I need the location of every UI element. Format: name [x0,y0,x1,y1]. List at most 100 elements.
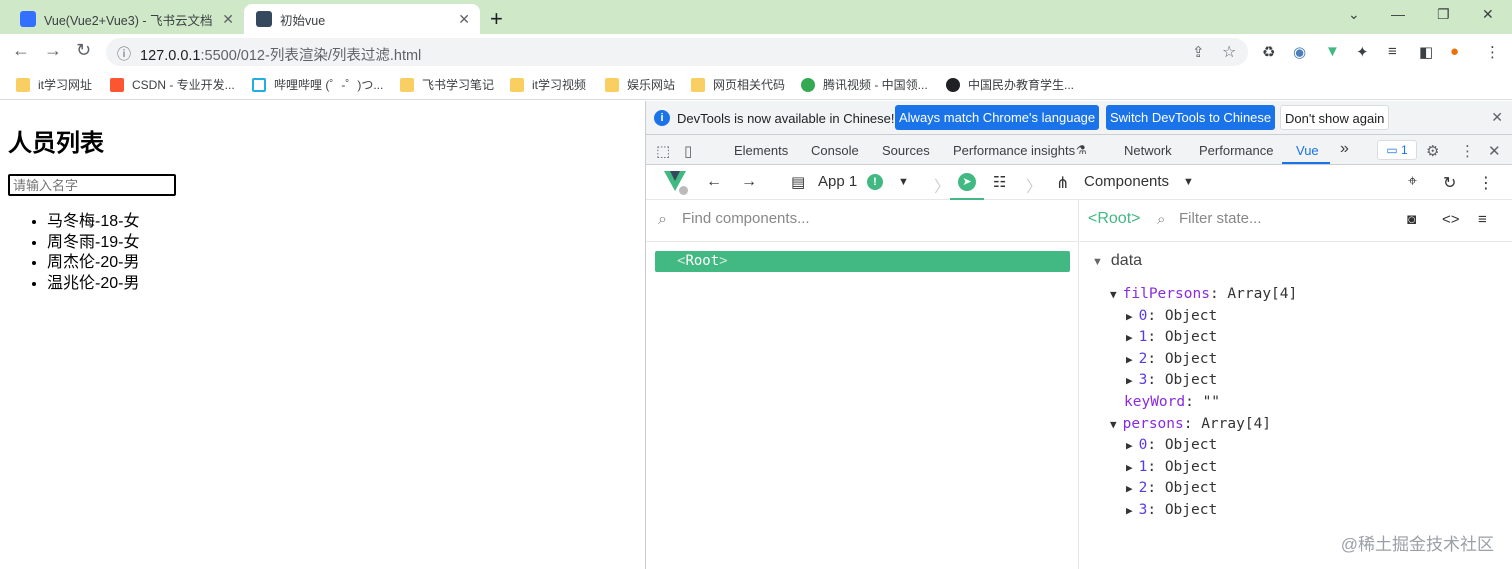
state-row[interactable]: ▼ filPersons: Array[4] [1110,286,1297,302]
tab-console[interactable]: Console [811,143,859,158]
close-devtools-icon[interactable]: ✕ [1488,142,1501,160]
bookmark-item[interactable]: 腾讯视频 - 中国领... [801,76,928,93]
restore-button[interactable]: ❐ [1437,6,1450,23]
back-arrow-icon[interactable]: ← [12,40,30,61]
recycle-extension-icon[interactable]: ♻ [1262,43,1275,61]
issues-badge[interactable]: ▭ 1 [1377,140,1417,160]
state-row[interactable]: ▶ 2: Object [1126,480,1217,496]
find-components-input[interactable] [682,210,1062,227]
bookmark-item[interactable]: 网页相关代码 [691,76,785,93]
more-menu-icon[interactable]: ⋮ [1485,43,1500,61]
state-row[interactable]: ▶ 1: Object [1126,329,1217,345]
bookmark-label: CSDN - 专业开发... [132,78,235,92]
state-row[interactable]: ▶ 1: Object [1126,459,1217,475]
devtools-panel: i DevTools is now available in Chinese! … [645,101,1512,569]
bilibili-icon [252,77,266,92]
tab-performance-insights[interactable]: Performance insights [953,143,1075,158]
state-value: Object [1164,307,1218,324]
state-section-data[interactable]: ▼ data [1092,252,1142,270]
filter-state-input[interactable] [1179,210,1389,227]
state-row[interactable]: ▶ 0: Object [1126,437,1217,453]
state-row[interactable]: ▶ 3: Object [1126,372,1217,388]
vue-devtools-extension-icon[interactable]: ▼ [1325,43,1340,60]
state-value: Object [1164,329,1218,346]
switch-chinese-button[interactable]: Switch DevTools to Chinese [1106,105,1276,130]
bookmark-item[interactable]: CSDN - 专业开发... [110,76,235,93]
state-row[interactable]: ▶ 0: Object [1126,308,1217,324]
bookmark-item[interactable]: 娱乐网站 [605,76,675,93]
bookmark-item[interactable]: it学习视频 [510,76,586,93]
reload-icon[interactable]: ↻ [76,40,91,61]
tab-sources[interactable]: Sources [882,143,930,158]
forward-arrow-icon[interactable]: → [741,173,757,191]
share-icon[interactable]: ⇪ [1192,43,1205,61]
dont-show-again-button[interactable]: Don't show again [1280,105,1390,130]
more-tabs-button[interactable]: » [1340,140,1349,158]
forward-arrow-icon[interactable]: → [44,40,62,61]
bookmark-item[interactable]: 飞书学习笔记 [400,76,494,93]
match-language-button[interactable]: Always match Chrome's language [895,105,1100,130]
close-icon[interactable]: ✕ [1491,109,1503,126]
state-row[interactable]: ▶ 2: Object [1126,351,1217,367]
close-icon[interactable]: ✕ [458,11,470,28]
state-separator: : [1147,502,1165,518]
browser-extension-icon[interactable]: ◉ [1293,43,1306,61]
issues-count: 1 [1400,143,1408,157]
tab-search-icon[interactable]: ⌄ [1348,6,1360,23]
puzzle-extensions-icon[interactable]: ✦ [1356,43,1369,61]
device-toolbar-icon[interactable]: ▯ [684,142,692,160]
more-options-icon[interactable]: ⋮ [1460,142,1475,160]
timeline-icon[interactable]: ☷ [993,173,1006,191]
state-row[interactable]: ▶ 3: Object [1126,502,1217,518]
app-selector-label[interactable]: App 1 [818,173,857,190]
tab-network[interactable]: Network [1124,143,1172,158]
state-value: Array[4] [1201,415,1272,432]
browser-tab-feishu[interactable]: Vue(Vue2+Vue3) - 飞书云文档 ✕ [8,4,244,34]
bookmark-item[interactable]: 中国民办教育学生... [946,76,1074,93]
compass-icon[interactable]: ➤ [958,173,976,191]
bookmark-item[interactable]: 哔哩哔哩 (゜-゜)つ... [252,76,383,93]
bookmark-star-icon[interactable]: ☆ [1222,42,1236,62]
tab-vue[interactable]: Vue [1296,143,1319,158]
bookmark-item[interactable]: it学习网址 [16,76,92,93]
minimize-button[interactable]: — [1391,6,1405,22]
back-arrow-icon[interactable]: ← [706,173,722,191]
select-component-target-icon[interactable]: ⌖ [1408,173,1417,191]
info-icon[interactable]: ⓘ [117,44,131,64]
side-panel-icon[interactable]: ◧ [1419,43,1433,61]
folder-icon [510,77,524,92]
component-tree-node-root[interactable]: <Root> [655,251,1070,272]
state-separator: : [1147,329,1165,346]
scroll-to-component-icon[interactable]: ◙ [1407,211,1416,228]
chevron-down-icon[interactable]: ▼ [1183,176,1194,188]
issues-icon: ▭ [1386,143,1401,157]
chevron-right-icon: 〉 [1026,179,1043,196]
tab-performance[interactable]: Performance [1199,143,1273,158]
state-value: Object [1164,458,1218,475]
section-label: data [1110,252,1143,269]
components-view-label[interactable]: Components [1084,173,1169,190]
state-separator: : [1185,394,1203,410]
close-icon[interactable]: ✕ [222,11,234,28]
csdn-icon [110,77,124,92]
devtools-language-infobar: i DevTools is now available in Chinese! … [646,101,1512,135]
name-search-input[interactable] [8,174,176,196]
new-tab-button[interactable]: + [490,6,503,32]
reading-list-icon[interactable]: ≡ [1388,43,1397,60]
address-bar[interactable]: ⓘ 127.0.0.1:5500/012-列表渲染/列表过滤.html ⇪ ☆ [106,38,1248,66]
window-close-button[interactable]: ✕ [1482,6,1494,23]
more-options-icon[interactable]: ⋮ [1478,173,1494,193]
profile-avatar-icon[interactable]: ● [1450,43,1459,60]
state-key: filPersons [1122,286,1210,302]
inspect-element-icon[interactable]: ⬚ [656,142,670,160]
refresh-icon[interactable]: ↻ [1443,173,1456,193]
state-row[interactable]: ▼ persons: Array[4] [1110,416,1271,432]
chevron-down-icon[interactable]: ▼ [898,176,909,188]
filter-list-icon[interactable]: ≡ [1478,211,1487,228]
bookmark-label: 网页相关代码 [713,78,786,92]
bookmark-label: 飞书学习笔记 [422,78,495,92]
tab-elements[interactable]: Elements [734,143,788,158]
browser-tab-vue[interactable]: 初始vue ✕ [244,4,480,34]
code-icon[interactable]: <> [1442,211,1460,228]
gear-icon[interactable]: ⚙ [1426,142,1439,160]
